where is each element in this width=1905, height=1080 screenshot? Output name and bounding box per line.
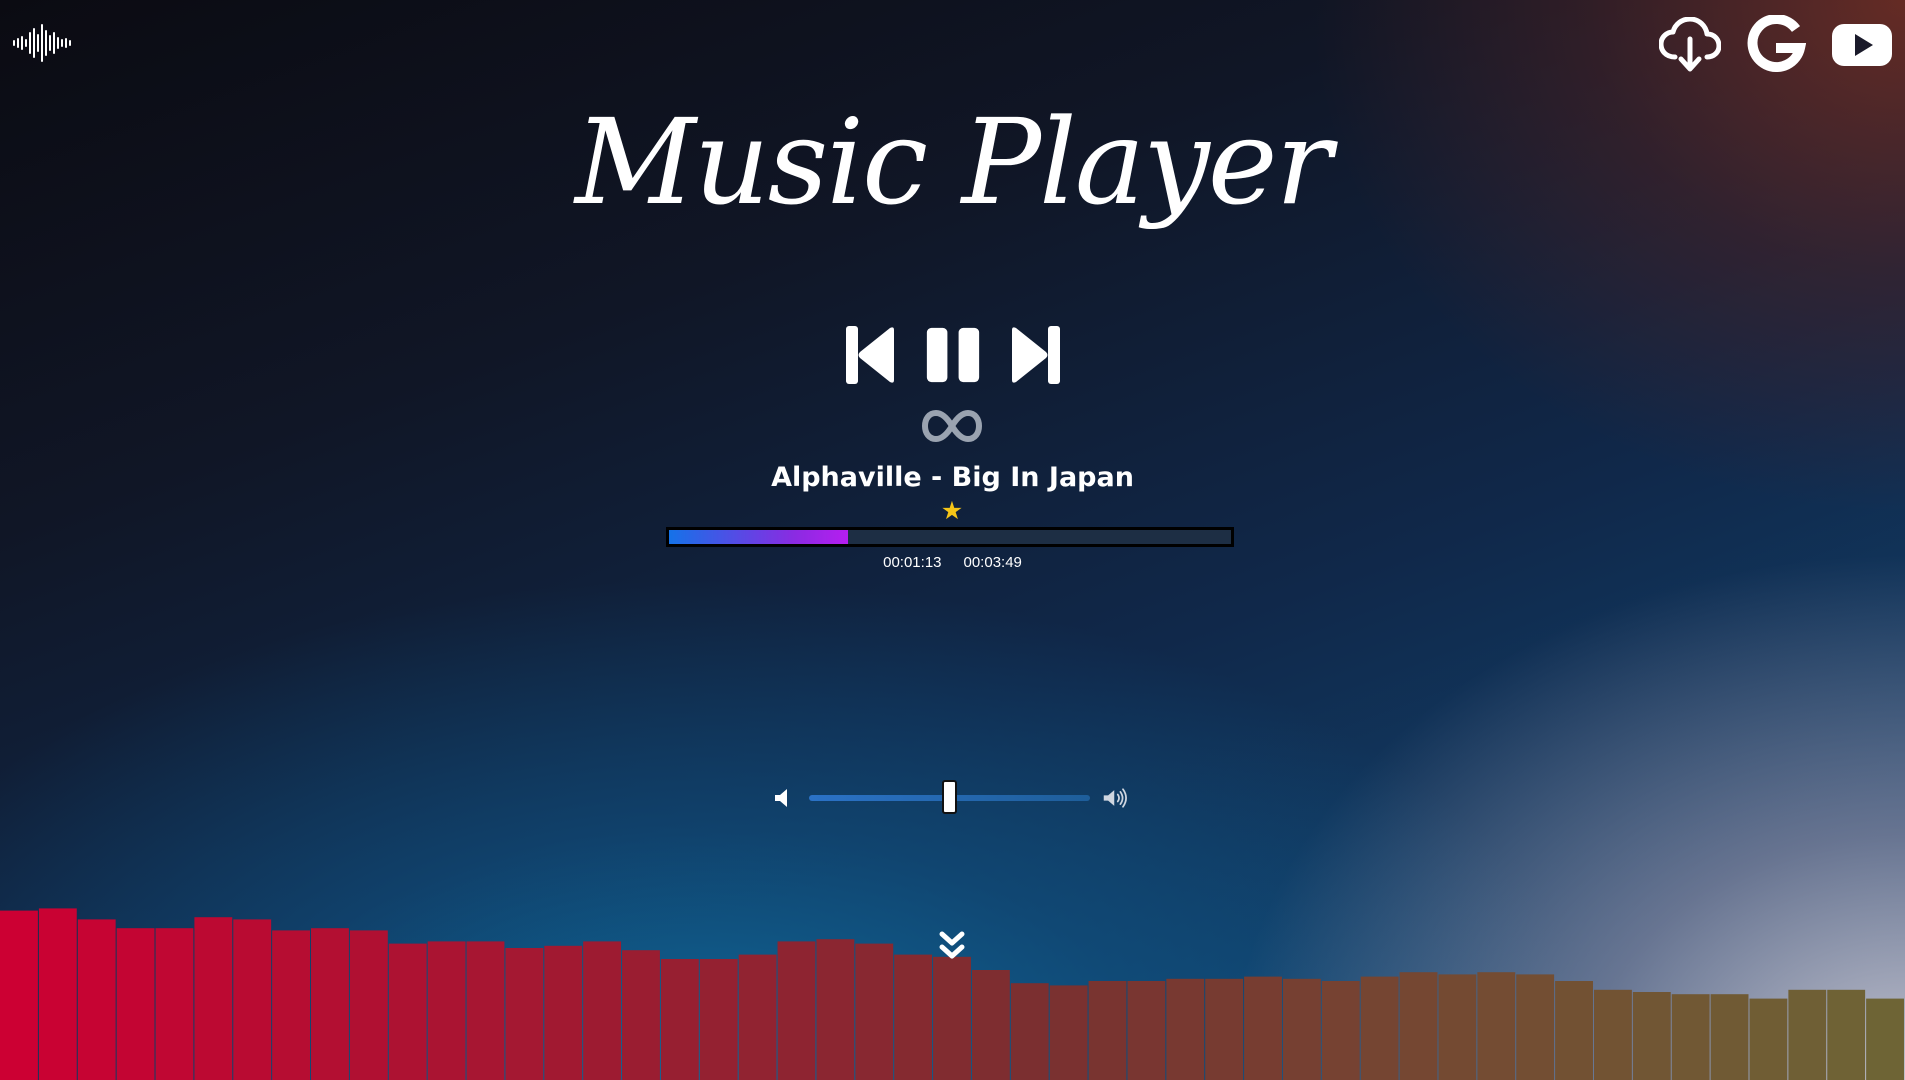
visualizer-bar bbox=[1671, 994, 1710, 1080]
visualizer-bar bbox=[427, 941, 466, 1080]
visualizer-bar bbox=[816, 939, 855, 1080]
visualizer-bar bbox=[466, 941, 505, 1080]
soundwave-icon bbox=[12, 22, 74, 64]
favorite-star-icon[interactable]: ★ bbox=[937, 495, 967, 525]
visualizer-bar bbox=[0, 910, 38, 1080]
visualizer-bar bbox=[1555, 981, 1593, 1080]
song-title: Alphaville - Big In Japan bbox=[771, 462, 1134, 493]
visualizer-bar bbox=[311, 928, 349, 1080]
visualizer-bar bbox=[1049, 985, 1088, 1080]
time-display: 00:01:13 00:03:49 bbox=[0, 554, 1905, 571]
visualizer-bar bbox=[699, 959, 738, 1080]
progress-fill bbox=[669, 530, 849, 544]
visualizer-bar bbox=[1632, 992, 1671, 1080]
visualizer-bar bbox=[660, 959, 699, 1080]
visualizer-bar bbox=[1710, 994, 1749, 1080]
audio-visualizer bbox=[0, 908, 1904, 1080]
visualizer-bar bbox=[1827, 989, 1866, 1080]
visualizer-bar bbox=[933, 956, 971, 1080]
page-title: Music Player bbox=[574, 93, 1332, 231]
visualizer-bar bbox=[116, 928, 155, 1080]
visualizer-bar bbox=[1593, 989, 1632, 1080]
total-duration: 00:03:49 bbox=[963, 554, 1022, 571]
skip-previous-button[interactable] bbox=[843, 322, 899, 388]
visualizer-bar bbox=[1010, 983, 1049, 1080]
visualizer-bar bbox=[1516, 974, 1555, 1080]
visualizer-bar bbox=[738, 954, 777, 1080]
visualizer-bar bbox=[1205, 978, 1244, 1080]
visualizer-bar bbox=[155, 928, 194, 1080]
volume-low-icon[interactable] bbox=[770, 784, 797, 812]
playback-controls bbox=[0, 322, 1905, 388]
volume-slider[interactable] bbox=[809, 780, 1090, 814]
infinity-icon bbox=[921, 409, 983, 443]
visualizer-bar bbox=[1321, 981, 1360, 1080]
visualizer-bar bbox=[1088, 981, 1127, 1080]
elapsed-time: 00:01:13 bbox=[883, 554, 942, 571]
visualizer-bar bbox=[777, 941, 816, 1080]
header-links bbox=[1657, 12, 1895, 78]
visualizer-bar bbox=[583, 941, 622, 1080]
visualizer-bar bbox=[1282, 978, 1321, 1080]
visualizer-bar bbox=[1866, 998, 1904, 1080]
visualizer-bar bbox=[622, 950, 660, 1080]
visualizer-bar bbox=[233, 919, 272, 1080]
visualizer-bar bbox=[272, 930, 311, 1080]
volume-slider-thumb[interactable] bbox=[941, 780, 957, 814]
google-icon[interactable] bbox=[1743, 12, 1809, 78]
visualizer-bar bbox=[194, 917, 233, 1080]
pause-icon bbox=[926, 327, 979, 383]
visualizer-bar bbox=[1399, 972, 1438, 1080]
visualizer-bar bbox=[77, 919, 116, 1080]
visualizer-bar bbox=[505, 948, 544, 1080]
download-cloud-icon[interactable] bbox=[1657, 12, 1723, 78]
visualizer-bar bbox=[1749, 998, 1788, 1080]
visualizer-bar bbox=[1360, 976, 1399, 1080]
progress-bar[interactable] bbox=[666, 527, 1234, 547]
visualizer-bar bbox=[1244, 976, 1282, 1080]
scroll-down-button[interactable] bbox=[937, 930, 967, 962]
visualizer-bar bbox=[1788, 989, 1827, 1080]
visualizer-bar bbox=[349, 930, 388, 1080]
visualizer-bar bbox=[1477, 972, 1516, 1080]
skip-previous-icon bbox=[845, 326, 894, 384]
visualizer-bar bbox=[894, 954, 933, 1080]
youtube-icon[interactable] bbox=[1829, 12, 1895, 78]
double-chevron-down-icon bbox=[939, 931, 965, 959]
visualizer-bar bbox=[1438, 974, 1477, 1080]
volume-high-icon[interactable] bbox=[1102, 784, 1130, 812]
visualizer-bar bbox=[1127, 981, 1166, 1080]
volume-control bbox=[770, 778, 1130, 818]
visualizer-bar bbox=[855, 943, 894, 1080]
pause-button[interactable] bbox=[925, 322, 981, 388]
visualizer-bar bbox=[388, 943, 427, 1080]
loop-button[interactable] bbox=[921, 408, 983, 444]
visualizer-bar bbox=[38, 908, 77, 1080]
skip-next-button[interactable] bbox=[1007, 322, 1063, 388]
visualizer-bar bbox=[544, 945, 583, 1080]
skip-next-icon bbox=[1011, 326, 1060, 384]
visualizer-bar bbox=[1166, 978, 1205, 1080]
visualizer-bar bbox=[971, 970, 1010, 1080]
